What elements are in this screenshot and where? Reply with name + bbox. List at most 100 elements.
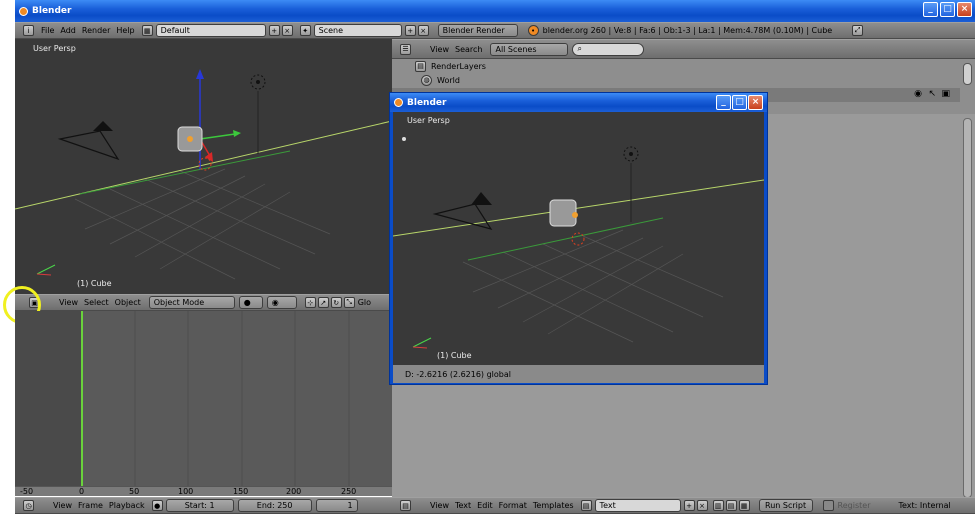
dialog-object-label: (1) Cube [437,351,472,360]
world-icon: ◍ [421,74,432,86]
timeline-area[interactable]: -50 0 50 100 150 200 250 [15,311,392,496]
dialog-logo-icon [394,98,403,107]
viewport-object-label: (1) Cube [77,279,112,288]
outliner-scrollbar[interactable] [963,63,972,85]
keying-icon[interactable]: ● [151,500,163,511]
add-layout-icon[interactable]: + [268,25,280,36]
text-internal-label: Text: Internal [898,501,951,510]
outliner-row-label: RenderLayers [431,61,486,71]
dialog-view-label: User Persp [407,116,450,125]
menu-render[interactable]: Render [82,26,110,35]
outliner-row-world[interactable]: ◍ World [392,73,975,87]
menu-help[interactable]: Help [116,26,134,35]
pivot-select[interactable]: ◉ [266,296,297,309]
line-numbers-icon[interactable]: ▥ [712,500,724,511]
add-scene-icon[interactable]: + [404,25,416,36]
text-menu-view[interactable]: View [430,501,449,510]
object-mode-select[interactable]: Object Mode [148,296,235,309]
outliner-row-label: World [437,75,460,85]
dialog-3d-viewport[interactable]: User Persp (1) Cube [393,112,764,365]
text-editor-header: ▤ View Text Edit Format Templates ▤ Text… [392,497,975,514]
main-window-title: Blender [32,6,72,16]
ruler-label: 250 [341,487,357,496]
selectable-cursor-icon[interactable]: ↖ [928,89,936,99]
orientation-overflow[interactable]: Glo [358,298,371,307]
word-wrap-icon[interactable]: ▤ [725,500,737,511]
start-frame-field[interactable]: Start: 1 [165,499,234,512]
editor-type-icon-outliner[interactable]: ☰ [400,43,411,55]
menu-view[interactable]: View [59,298,78,307]
timeline-menu-playback[interactable]: Playback [109,501,145,510]
menu-file[interactable]: File [41,26,54,35]
register-label: Register [837,501,871,510]
text-menu-templates[interactable]: Templates [533,501,574,510]
blender-stats-icon: • [527,25,539,36]
main-title-bar: Blender _ □ × [15,0,975,22]
text-menu-text[interactable]: Text [455,501,471,510]
dialog-title-bar: Blender _ □ × [390,93,767,112]
editor-type-icon[interactable]: i [23,25,34,36]
render-engine-select[interactable]: Blender Render [437,24,518,37]
current-frame-field[interactable]: 1 [315,499,358,512]
editor-type-icon-text[interactable]: ▤ [400,500,411,511]
floating-blender-window[interactable]: Blender _ □ × User Persp (1) Cube D: -2.… [389,92,768,385]
ruler-label: 50 [129,487,140,496]
dialog-title: Blender [407,97,447,108]
ruler-label: 150 [233,487,249,496]
minimize-button[interactable]: _ [923,2,938,17]
outliner-search-input[interactable]: ⌕ [572,42,645,56]
syntax-highlight-icon[interactable]: ▦ [738,500,750,511]
render-camera-icon[interactable]: ▣ [941,89,950,99]
dialog-viewport-scene [393,137,764,349]
translate-icon[interactable]: ↗ [317,297,329,308]
menu-object[interactable]: Object [115,298,141,307]
maximize-button[interactable]: □ [940,2,955,17]
layout-select[interactable]: Default [155,24,266,37]
remove-scene-icon[interactable]: × [417,25,429,36]
outliner-menu-search[interactable]: Search [455,45,482,54]
manipulator-icon[interactable]: ⊹ [304,297,316,308]
rotate-icon[interactable]: ↻ [330,297,342,308]
viewport-scene [15,69,392,280]
scale-icon[interactable]: ⤡ [343,297,355,308]
menu-add[interactable]: Add [60,26,76,35]
register-checkbox[interactable] [822,500,834,511]
close-button[interactable]: × [957,2,972,17]
run-script-button[interactable]: Run Script [758,499,813,512]
menu-select[interactable]: Select [84,298,109,307]
dialog-close-button[interactable]: × [748,95,763,110]
timeline-playhead[interactable] [81,311,83,488]
ruler-label: 100 [178,487,194,496]
outliner-menu-view[interactable]: View [430,45,449,54]
text-datablock-select[interactable]: Text [594,499,681,512]
shading-select[interactable]: ● [238,296,263,309]
fullscreen-icon[interactable]: ⤢ [852,25,864,36]
text-menu-edit[interactable]: Edit [477,501,493,510]
timeline-grid [134,311,350,486]
outliner-filter-select[interactable]: All Scenes [490,42,569,56]
blender-logo-icon [19,6,28,16]
editor-type-icon-timeline[interactable]: ◷ [23,500,34,511]
layout-icon: ▦ [141,25,153,36]
timeline-ruler[interactable]: -50 0 50 100 150 200 250 [15,486,392,496]
new-text-icon[interactable]: + [683,500,695,511]
scene-icon: ✦ [299,25,311,36]
dialog-minimize-button[interactable]: _ [716,95,731,110]
visibility-eye-icon[interactable]: ◉ [914,89,922,99]
dialog-status-bar: D: -2.6216 (2.6216) global [393,365,764,383]
end-frame-field[interactable]: End: 250 [237,499,312,512]
main-3d-viewport[interactable]: User Persp (1) Cube [15,39,392,294]
remove-layout-icon[interactable]: × [281,25,293,36]
scene-select[interactable]: Scene [313,24,402,37]
viewport-view-label: User Persp [33,44,76,53]
dialog-maximize-button[interactable]: □ [732,95,747,110]
ruler-label: -50 [20,487,34,496]
outliner-row-renderlayers[interactable]: ▤ RenderLayers [392,59,975,73]
text-datablock-icon: ▤ [580,500,592,511]
unlink-text-icon[interactable]: × [696,500,708,511]
timeline-menu-view[interactable]: View [53,501,72,510]
dialog-status-text: D: -2.6216 (2.6216) global [405,369,511,379]
text-editor-scrollbar[interactable] [963,118,972,498]
text-menu-format[interactable]: Format [499,501,527,510]
timeline-menu-frame[interactable]: Frame [78,501,103,510]
